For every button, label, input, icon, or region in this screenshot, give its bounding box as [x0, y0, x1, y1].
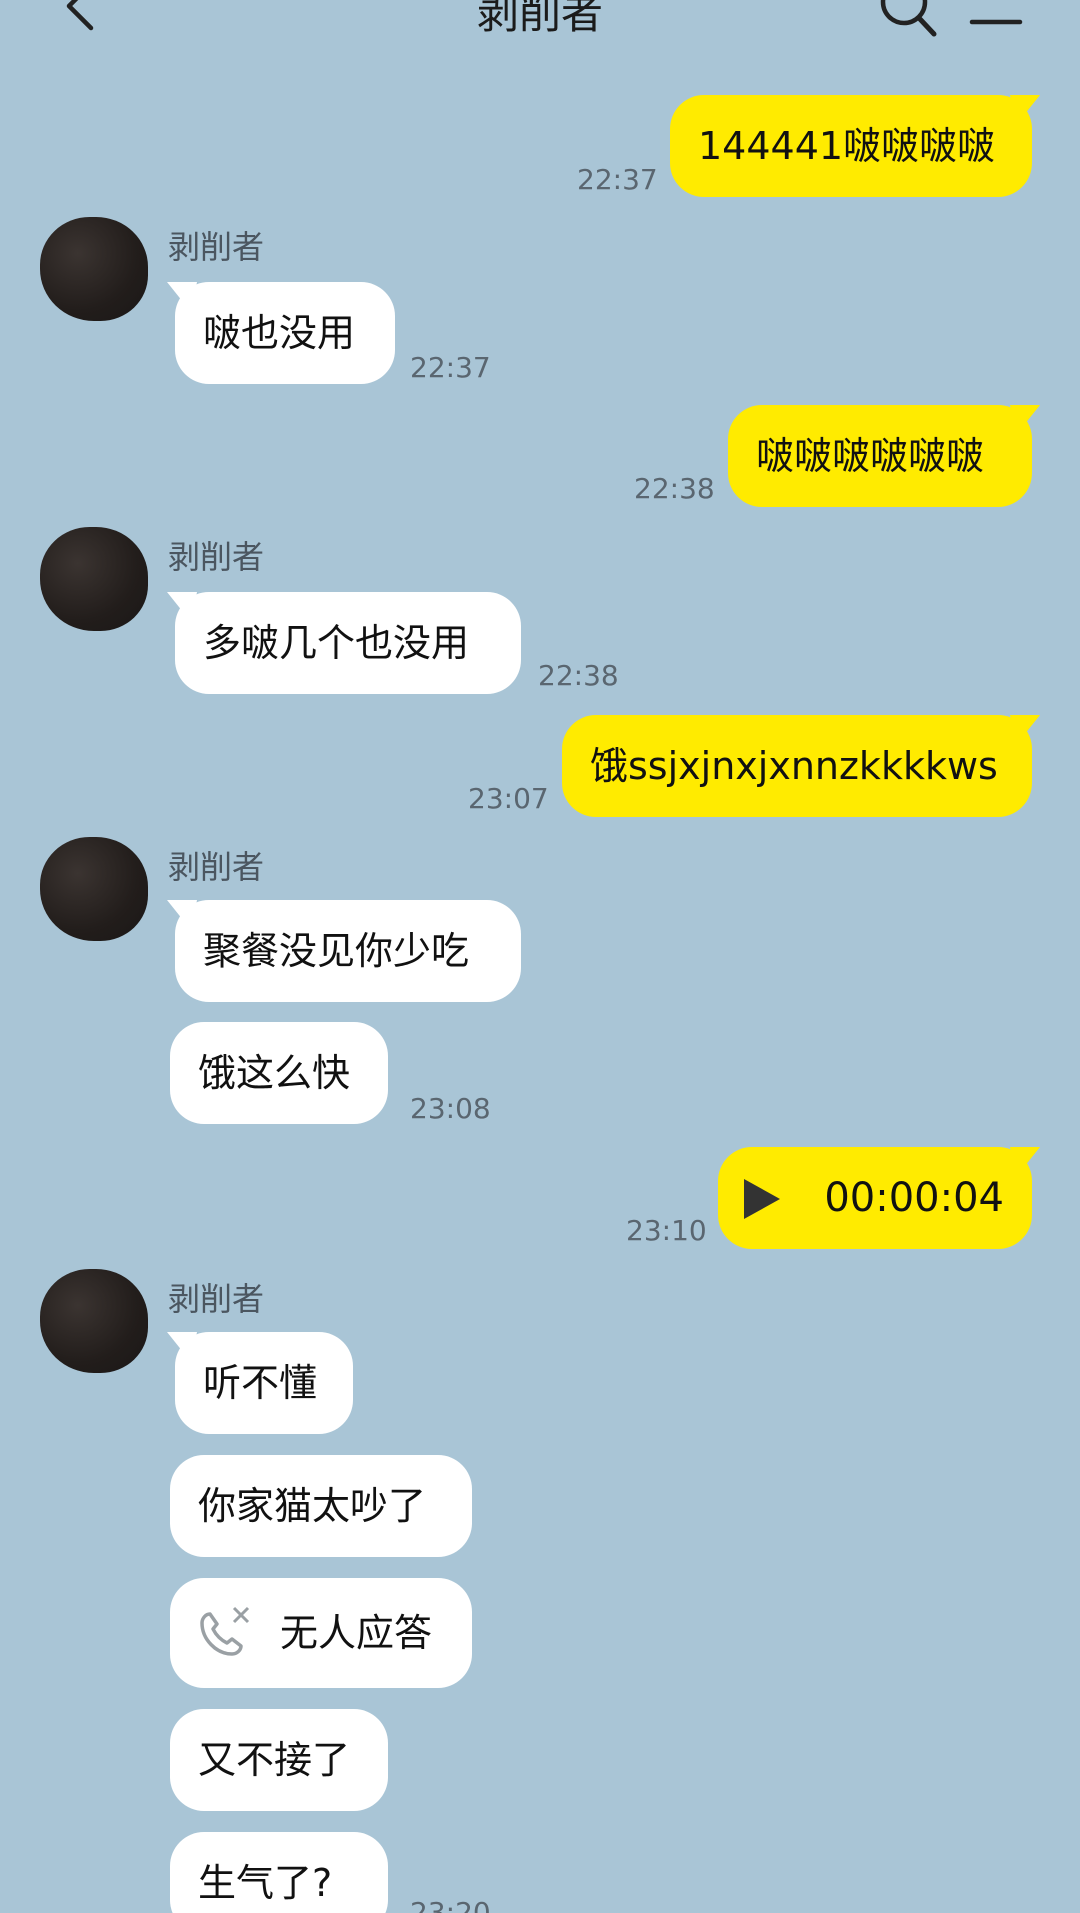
avatar[interactable] — [40, 217, 148, 321]
outgoing-message[interactable]: 144441啵啵啵啵 — [670, 95, 1032, 197]
incoming-message[interactable]: 多啵几个也没用 — [175, 592, 521, 694]
message-time: 23:20 — [410, 1896, 491, 1913]
incoming-message[interactable]: 饿这么快 — [170, 1022, 388, 1124]
menu-button[interactable] — [968, 0, 1024, 36]
incoming-message[interactable]: 又不接了 — [170, 1709, 388, 1811]
incoming-message[interactable]: 你家猫太吵了 — [170, 1455, 472, 1557]
outgoing-message[interactable]: 啵啵啵啵啵啵 — [728, 405, 1032, 507]
message-time: 22:38 — [634, 472, 715, 505]
message-time: 22:37 — [577, 163, 658, 196]
message-time: 23:08 — [410, 1092, 491, 1125]
outgoing-message[interactable]: 饿ssjxjnxjxnnzkkkkws — [562, 715, 1032, 817]
message-text: 饿ssjxjnxjxnnzkkkkws — [590, 744, 998, 788]
message-text: 多啵几个也没用 — [203, 621, 470, 665]
avatar[interactable] — [40, 527, 148, 631]
message-text: 听不懂 — [203, 1361, 318, 1405]
message-text: 饿这么快 — [198, 1051, 351, 1095]
message-time: 23:10 — [626, 1214, 707, 1247]
incoming-message[interactable]: 啵也没用 — [175, 282, 395, 384]
chat-screen: 剥削者 144441啵啵啵啵 22:37 剥削者 啵也没用 22:37 啵啵啵啵… — [0, 0, 1080, 1913]
voice-message[interactable]: 00:00:04 — [718, 1147, 1032, 1249]
message-text: 生气了? — [198, 1861, 333, 1905]
voice-duration: 00:00:04 — [824, 1175, 1004, 1221]
message-time: 22:38 — [538, 659, 619, 692]
sender-name: 剥削者 — [168, 1280, 265, 1318]
call-message[interactable]: 无人应答 — [170, 1578, 472, 1688]
message-text: 聚餐没见你少吃 — [203, 929, 470, 973]
message-time: 22:37 — [410, 351, 491, 384]
missed-call-icon — [200, 1606, 250, 1656]
message-text: 啵啵啵啵啵啵 — [756, 434, 985, 478]
search-icon — [880, 0, 937, 37]
incoming-message[interactable]: 生气了? — [170, 1832, 388, 1913]
message-time: 23:07 — [468, 782, 549, 815]
avatar[interactable] — [40, 1269, 148, 1373]
sender-name: 剥削者 — [168, 538, 265, 576]
incoming-message[interactable]: 聚餐没见你少吃 — [175, 900, 521, 1002]
call-status-text: 无人应答 — [280, 1611, 433, 1655]
message-text: 你家猫太吵了 — [198, 1484, 427, 1528]
sender-name: 剥削者 — [168, 228, 265, 266]
message-text: 144441啵啵啵啵 — [698, 124, 996, 168]
message-text: 又不接了 — [198, 1738, 351, 1782]
play-icon[interactable] — [744, 1179, 780, 1219]
chat-header: 剥削者 — [0, 0, 1080, 60]
sender-name: 剥削者 — [168, 848, 265, 886]
search-button[interactable] — [878, 0, 940, 40]
message-text: 啵也没用 — [203, 311, 356, 355]
avatar[interactable] — [40, 837, 148, 941]
incoming-message[interactable]: 听不懂 — [175, 1332, 353, 1434]
menu-icon — [969, 19, 1023, 25]
